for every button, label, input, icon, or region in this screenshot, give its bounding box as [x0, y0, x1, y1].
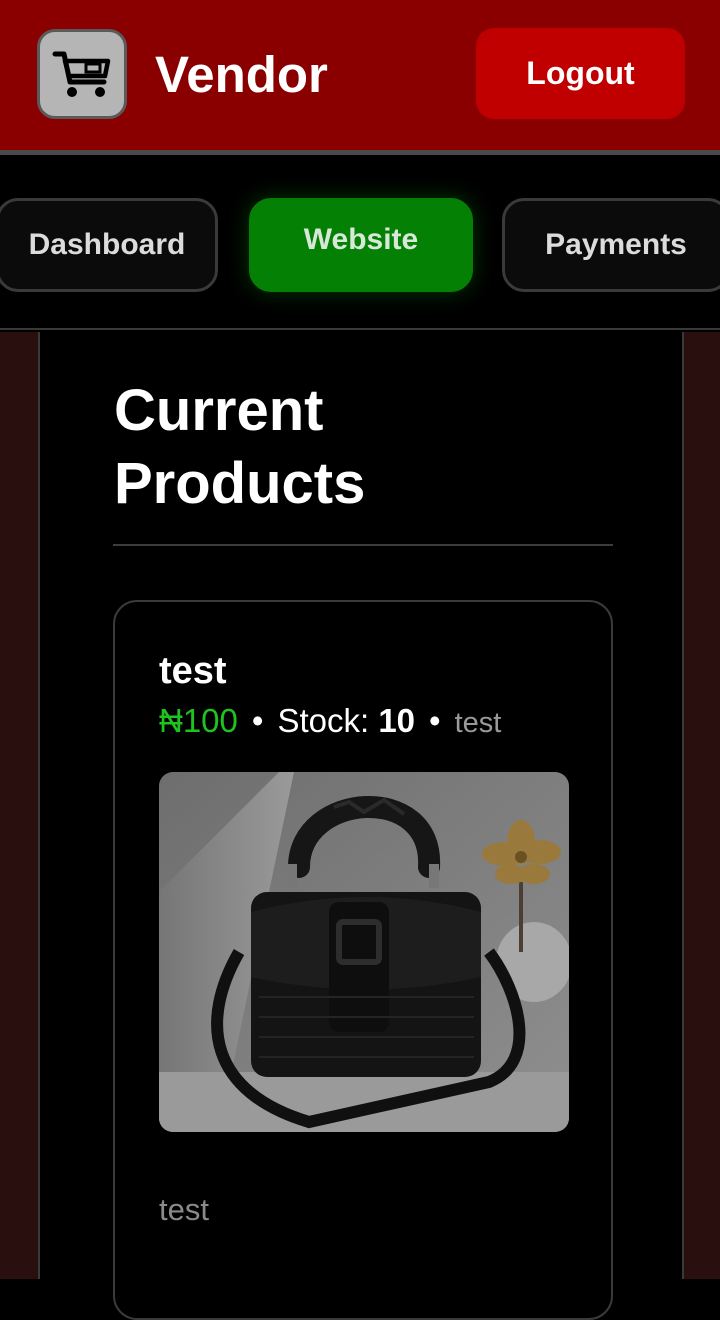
nav-tabs: Dashboard Website Payments	[0, 160, 720, 330]
product-card[interactable]: test ₦100 • Stock: 10 • test test	[113, 600, 613, 1320]
divider	[113, 544, 613, 546]
side-panel-left	[0, 332, 38, 1279]
logout-button[interactable]: Logout	[476, 28, 685, 119]
product-image[interactable]	[159, 772, 569, 1132]
product-name: test	[159, 650, 227, 692]
page-title: Current Products	[114, 378, 366, 516]
main-content[interactable]: Current Products test ₦100 • Stock: 10 • tes…	[38, 332, 684, 1320]
tab-website[interactable]: Website	[249, 198, 473, 292]
app-header: Vendor Logout	[0, 0, 720, 155]
product-category: test	[454, 707, 502, 739]
side-panel-right	[684, 332, 720, 1279]
product-meta: ₦100 • Stock: 10 • test	[159, 702, 501, 740]
tab-dashboard[interactable]: Dashboard	[0, 198, 218, 292]
separator-dot: •	[251, 702, 264, 739]
product-price: ₦100	[159, 702, 238, 739]
shopping-cart-icon	[37, 29, 127, 119]
stock-label: Stock:	[277, 702, 370, 739]
separator-dot: •	[429, 702, 441, 739]
stock-value: 10	[378, 702, 416, 739]
tab-payments[interactable]: Payments	[502, 198, 720, 292]
product-description: test	[159, 1192, 209, 1227]
brand-title: Vendor	[155, 46, 328, 103]
